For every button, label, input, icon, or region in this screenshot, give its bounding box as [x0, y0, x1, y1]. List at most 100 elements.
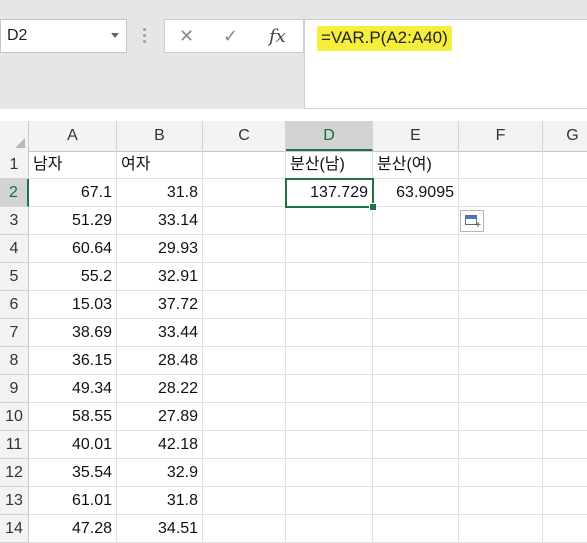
cell-b10[interactable]: 27.89	[117, 403, 203, 431]
cell-e7[interactable]	[373, 319, 459, 347]
cell-f4[interactable]	[459, 235, 543, 263]
cell-g11[interactable]	[543, 431, 587, 459]
cell-g1[interactable]	[543, 151, 587, 179]
cell-e2[interactable]: 63.9095	[373, 179, 459, 207]
cell-c6[interactable]	[203, 291, 286, 319]
cell-f14[interactable]	[459, 515, 543, 543]
cell-f5[interactable]	[459, 263, 543, 291]
cell-c13[interactable]	[203, 487, 286, 515]
row-header-4[interactable]: 4	[0, 235, 29, 263]
column-header-d[interactable]: D	[286, 121, 373, 151]
cell-d13[interactable]	[286, 487, 373, 515]
cell-f8[interactable]	[459, 347, 543, 375]
cell-a9[interactable]: 49.34	[29, 375, 117, 403]
drag-handle-icon[interactable]	[143, 25, 147, 47]
cell-d1[interactable]: 분산(남)	[286, 151, 373, 179]
cell-g6[interactable]	[543, 291, 587, 319]
cell-a12[interactable]: 35.54	[29, 459, 117, 487]
cell-e8[interactable]	[373, 347, 459, 375]
cell-d10[interactable]	[286, 403, 373, 431]
row-header-12[interactable]: 12	[0, 459, 29, 487]
column-header-b[interactable]: B	[117, 121, 203, 151]
cell-e9[interactable]	[373, 375, 459, 403]
cell-d6[interactable]	[286, 291, 373, 319]
cell-b11[interactable]: 42.18	[117, 431, 203, 459]
cell-d12[interactable]	[286, 459, 373, 487]
cell-a11[interactable]: 40.01	[29, 431, 117, 459]
row-header-3[interactable]: 3	[0, 207, 29, 235]
row-header-6[interactable]: 6	[0, 291, 29, 319]
quick-analysis-button[interactable]: +	[460, 210, 484, 232]
cell-a1[interactable]: 남자	[29, 151, 117, 179]
cell-c7[interactable]	[203, 319, 286, 347]
name-box[interactable]: D2	[0, 19, 127, 53]
column-header-c[interactable]: C	[203, 121, 286, 151]
column-header-g[interactable]: G	[543, 121, 587, 151]
row-header-7[interactable]: 7	[0, 319, 29, 347]
cell-g3[interactable]	[543, 207, 587, 235]
cell-b3[interactable]: 33.14	[117, 207, 203, 235]
cell-b14[interactable]: 34.51	[117, 515, 203, 543]
fill-handle[interactable]	[369, 203, 377, 211]
cell-c9[interactable]	[203, 375, 286, 403]
row-header-5[interactable]: 5	[0, 263, 29, 291]
cell-b9[interactable]: 28.22	[117, 375, 203, 403]
cell-g10[interactable]	[543, 403, 587, 431]
cell-f11[interactable]	[459, 431, 543, 459]
cell-e6[interactable]	[373, 291, 459, 319]
cell-c5[interactable]	[203, 263, 286, 291]
cancel-icon[interactable]: ✕	[179, 26, 194, 47]
cell-c1[interactable]	[203, 151, 286, 179]
cell-a13[interactable]: 61.01	[29, 487, 117, 515]
row-header-8[interactable]: 8	[0, 347, 29, 375]
cell-a6[interactable]: 15.03	[29, 291, 117, 319]
row-header-14[interactable]: 14	[0, 515, 29, 543]
formula-input[interactable]: =VAR.P(A2:A40)	[304, 19, 587, 109]
cell-g7[interactable]	[543, 319, 587, 347]
cell-g4[interactable]	[543, 235, 587, 263]
select-all-button[interactable]	[0, 121, 29, 151]
cell-g13[interactable]	[543, 487, 587, 515]
cell-a8[interactable]: 36.15	[29, 347, 117, 375]
cell-b2[interactable]: 31.8	[117, 179, 203, 207]
column-header-f[interactable]: F	[459, 121, 543, 151]
cell-a4[interactable]: 60.64	[29, 235, 117, 263]
cell-b5[interactable]: 32.91	[117, 263, 203, 291]
cell-g5[interactable]	[543, 263, 587, 291]
cell-e13[interactable]	[373, 487, 459, 515]
row-header-2[interactable]: 2	[0, 179, 29, 207]
cell-g12[interactable]	[543, 459, 587, 487]
cell-e14[interactable]	[373, 515, 459, 543]
cell-f13[interactable]	[459, 487, 543, 515]
enter-icon[interactable]: ✓	[223, 26, 238, 47]
cell-f7[interactable]	[459, 319, 543, 347]
row-header-9[interactable]: 9	[0, 375, 29, 403]
cell-a7[interactable]: 38.69	[29, 319, 117, 347]
cell-d5[interactable]	[286, 263, 373, 291]
chevron-down-icon[interactable]	[111, 33, 119, 38]
cell-a5[interactable]: 55.2	[29, 263, 117, 291]
row-header-10[interactable]: 10	[0, 403, 29, 431]
cell-d4[interactable]	[286, 235, 373, 263]
cell-c10[interactable]	[203, 403, 286, 431]
cell-e1[interactable]: 분산(여)	[373, 151, 459, 179]
cell-f1[interactable]	[459, 151, 543, 179]
column-header-a[interactable]: A	[29, 121, 117, 151]
cell-c8[interactable]	[203, 347, 286, 375]
cell-d2[interactable]: 137.729	[286, 179, 373, 207]
row-header-13[interactable]: 13	[0, 487, 29, 515]
cell-a14[interactable]: 47.28	[29, 515, 117, 543]
row-header-1[interactable]: 1	[0, 151, 29, 179]
cell-g14[interactable]	[543, 515, 587, 543]
cell-f6[interactable]	[459, 291, 543, 319]
cell-f2[interactable]	[459, 179, 543, 207]
cell-f9[interactable]	[459, 375, 543, 403]
cell-b6[interactable]: 37.72	[117, 291, 203, 319]
cell-a10[interactable]: 58.55	[29, 403, 117, 431]
cell-f12[interactable]	[459, 459, 543, 487]
cell-b1[interactable]: 여자	[117, 151, 203, 179]
cell-d8[interactable]	[286, 347, 373, 375]
cell-d11[interactable]	[286, 431, 373, 459]
cell-d9[interactable]	[286, 375, 373, 403]
cell-e11[interactable]	[373, 431, 459, 459]
